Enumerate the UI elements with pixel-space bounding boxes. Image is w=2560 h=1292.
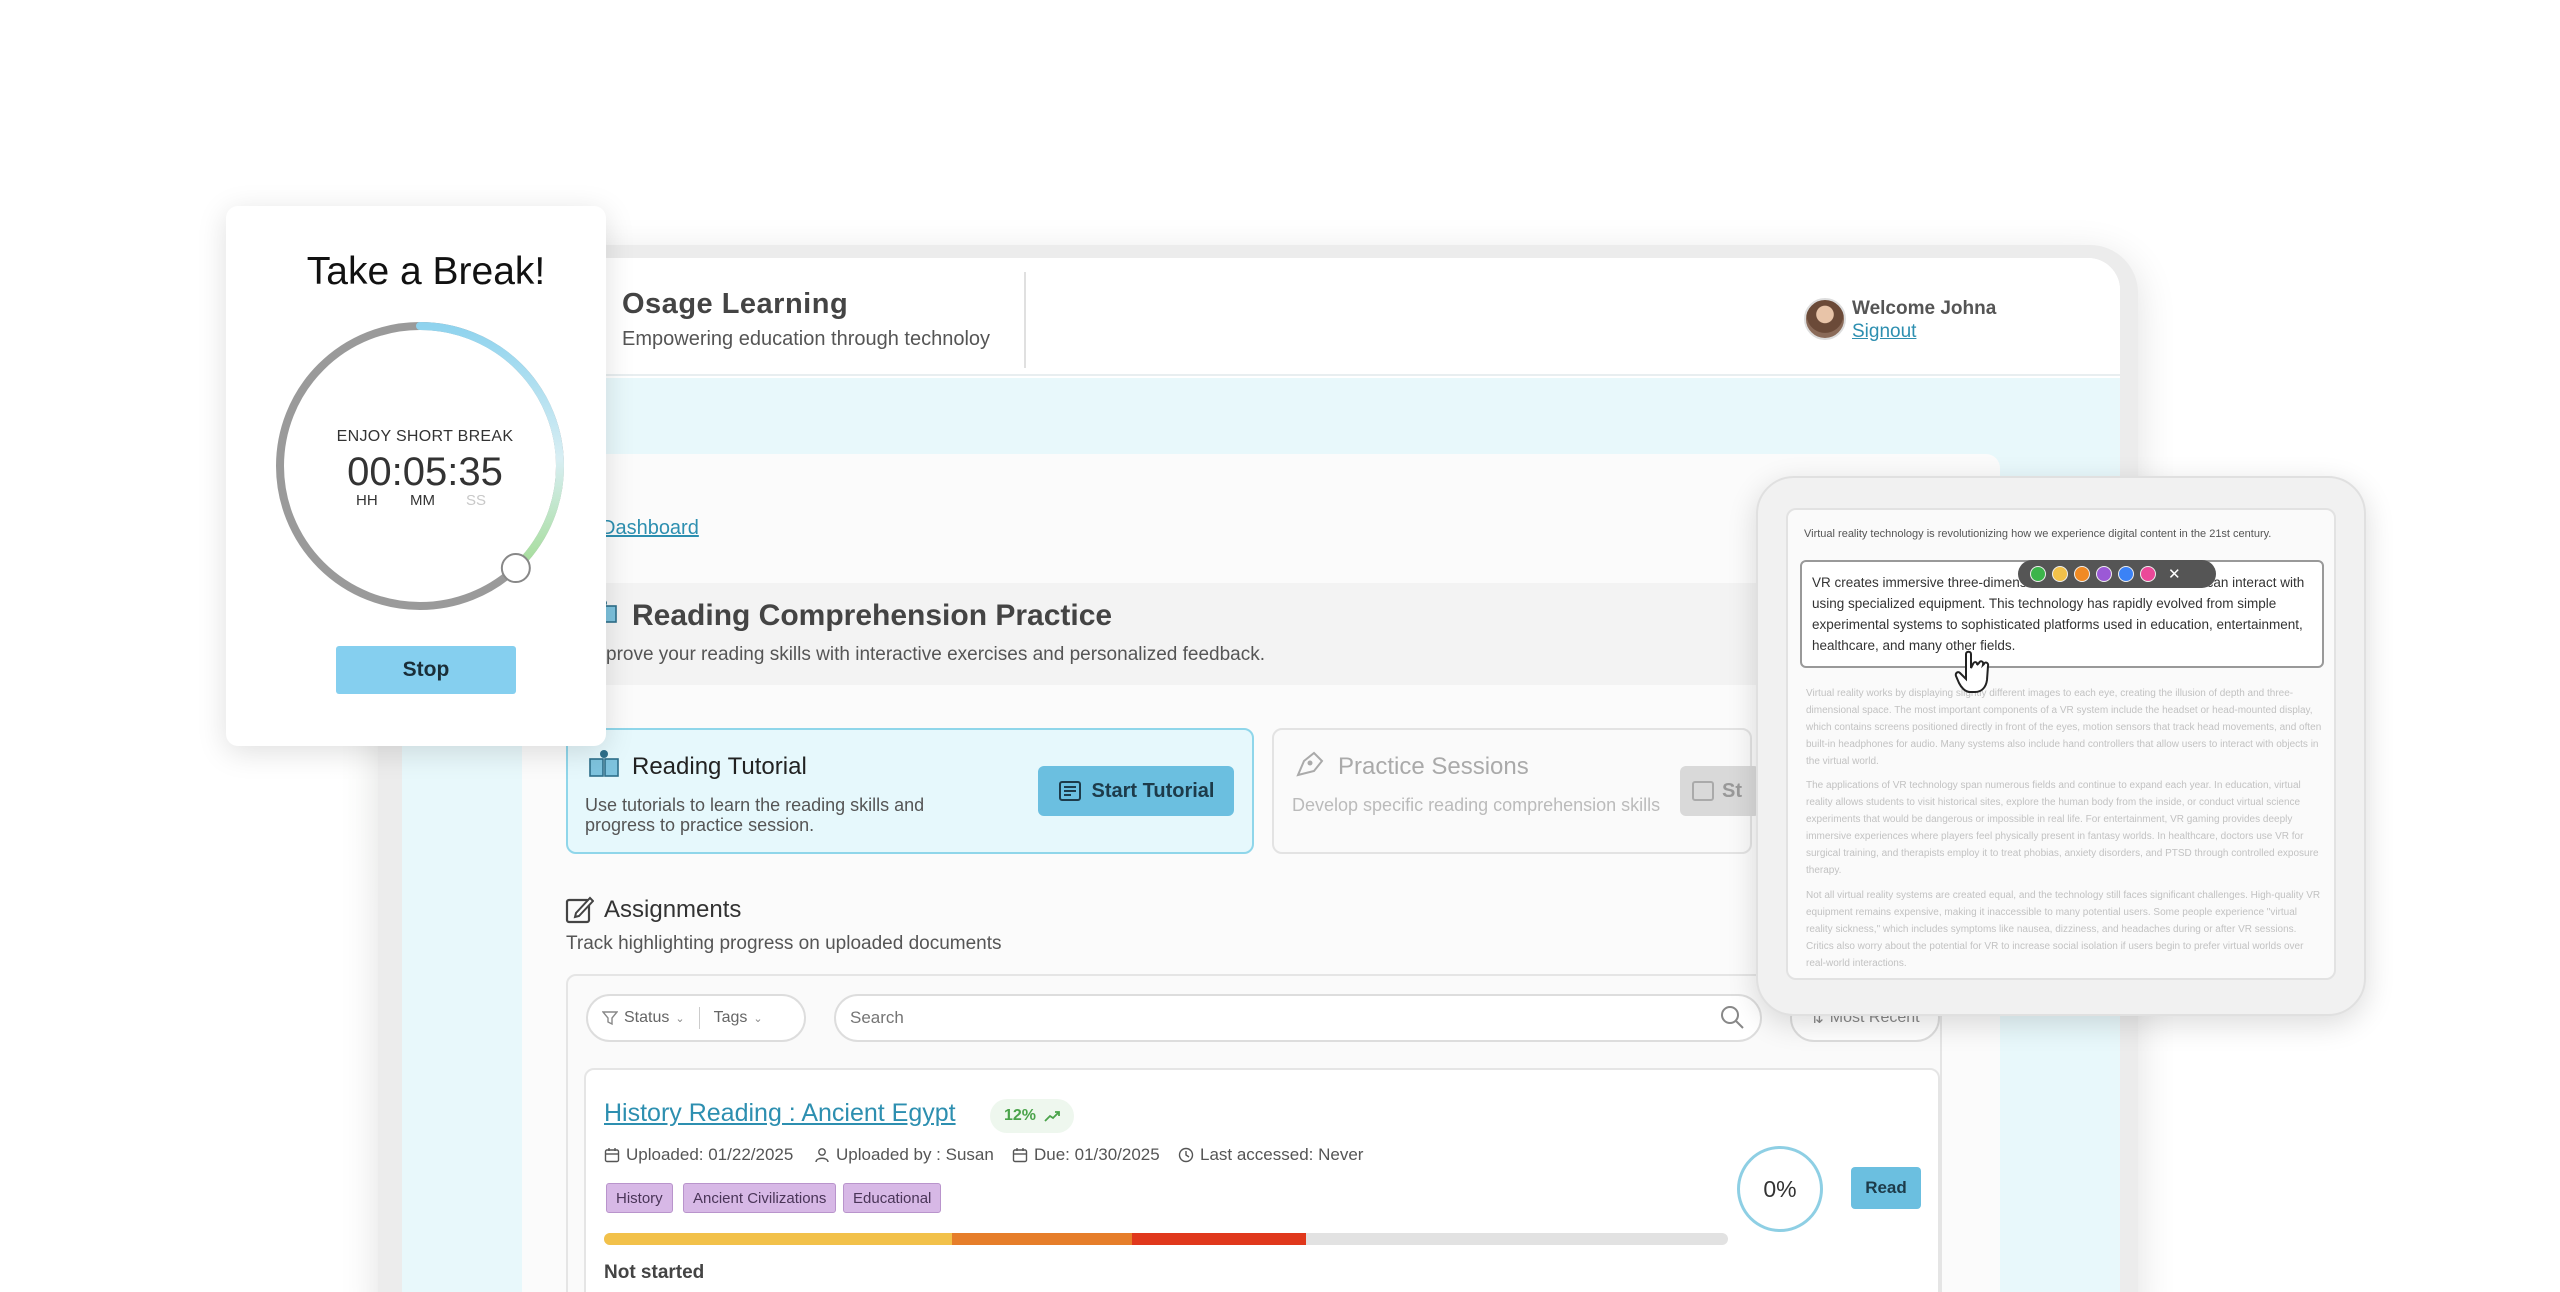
uploaded-by: Uploaded by : Susan	[814, 1145, 994, 1165]
trend-badge-value: 12%	[1004, 1107, 1037, 1124]
app-tagline: Empowering education through technoloy	[622, 328, 991, 350]
search-input[interactable]	[834, 994, 1762, 1042]
calendar-due-icon	[1012, 1148, 1028, 1163]
start-practice-label: St	[1722, 779, 1742, 802]
tags-filter[interactable]: Tags	[714, 1009, 748, 1027]
app-header: Osage Learning Empowering education thro…	[402, 258, 2120, 376]
due-date: Due: 01/30/2025	[1012, 1145, 1160, 1165]
edit-icon	[565, 896, 594, 924]
assignment-status: Not started	[604, 1262, 705, 1283]
start-tutorial-button[interactable]: Start Tutorial	[1038, 766, 1234, 816]
highlight-progress-bar	[604, 1233, 1728, 1245]
tutorial-card-description: Use tutorials to learn the reading skill…	[585, 795, 925, 835]
progress-segment	[952, 1233, 1133, 1245]
section-subtitle: prove your reading skills with interacti…	[606, 644, 1266, 665]
filter-icon	[602, 1011, 618, 1026]
reader-intro-line[interactable]: Virtual reality technology is revolution…	[1804, 528, 2324, 540]
calendar-icon	[604, 1148, 620, 1163]
completion-circle: 0%	[1737, 1146, 1823, 1232]
tag-history[interactable]: History	[606, 1183, 673, 1213]
uploaded-date: Uploaded: 01/22/2025	[604, 1145, 793, 1165]
timer-unit-mm: MM	[410, 492, 435, 509]
assignment-title-link[interactable]: History Reading : Ancient Egypt	[604, 1099, 956, 1128]
stop-button[interactable]: Stop	[336, 646, 516, 694]
pen-nib-icon	[1296, 751, 1324, 777]
progress-segment	[1132, 1233, 1307, 1245]
close-icon[interactable]: ✕	[2168, 565, 2181, 583]
header-divider	[1024, 272, 1026, 368]
uploaded-by-text: Uploaded by : Susan	[836, 1145, 994, 1164]
reader-paragraph[interactable]: Not all virtual reality systems are crea…	[1806, 887, 2322, 972]
reader-paragraph[interactable]: Virtual reality works by displaying slig…	[1806, 685, 2322, 770]
practice-card-title: Practice Sessions	[1338, 753, 1529, 780]
status-chevron-down-icon: ⌄	[675, 1012, 685, 1025]
filter-pill[interactable]: Status ⌄ Tags ⌄	[586, 994, 806, 1042]
highlight-swatch-blue[interactable]	[2118, 566, 2134, 582]
app-name: Osage Learning	[622, 288, 849, 320]
timer-knob[interactable]	[500, 553, 531, 584]
timer-elapsed-arc	[416, 322, 564, 573]
read-button[interactable]: Read	[1851, 1167, 1921, 1209]
trend-up-icon	[1044, 1111, 1060, 1122]
tags-chevron-down-icon: ⌄	[753, 1012, 763, 1025]
reader-paragraph[interactable]: The applications of VR technology span n…	[1806, 777, 2322, 879]
breadcrumb-dashboard[interactable]: Dashboard	[601, 517, 699, 540]
uploaded-date-text: Uploaded: 01/22/2025	[626, 1145, 794, 1164]
last-accessed-text: Last accessed: Never	[1200, 1145, 1364, 1164]
timer-unit-ss: SS	[466, 492, 487, 509]
highlight-swatch-purple[interactable]	[2096, 566, 2112, 582]
filter-separator	[698, 1007, 700, 1029]
progress-segment	[604, 1233, 953, 1245]
timer-display: 00:05:35	[347, 450, 503, 494]
break-title: Take a Break!	[306, 250, 546, 293]
start-tutorial-label: Start Tutorial	[1091, 779, 1215, 802]
timer-unit-hh: HH	[356, 492, 378, 509]
clock-icon	[1178, 1147, 1194, 1163]
highlight-color-toolbar: ✕	[2018, 560, 2216, 588]
avatar[interactable]	[1804, 298, 1846, 340]
practice-doc-icon	[1692, 781, 1714, 801]
hand-pointer-icon	[1954, 650, 1990, 693]
search-icon[interactable]	[1719, 1004, 1745, 1030]
user-icon	[815, 1148, 829, 1163]
start-practice-button[interactable]: St	[1680, 766, 1760, 816]
status-filter[interactable]: Status	[624, 1009, 669, 1027]
highlight-swatch-orange[interactable]	[2074, 566, 2090, 582]
last-accessed: Last accessed: Never	[1178, 1145, 1363, 1165]
signout-link[interactable]: Signout	[1852, 321, 1916, 343]
due-date-text: Due: 01/30/2025	[1034, 1145, 1160, 1164]
practice-card-description: Develop specific reading comprehension s…	[1292, 795, 1661, 815]
timer-caption: ENJOY SHORT BREAK	[336, 428, 514, 445]
welcome-text: Welcome Johna	[1852, 298, 1997, 319]
trend-badge: 12%	[990, 1099, 1075, 1133]
assignments-title: Assignments	[604, 896, 742, 923]
tag-educational[interactable]: Educational	[843, 1183, 942, 1213]
highlight-swatch-yellow[interactable]	[2052, 566, 2068, 582]
tag-ancient-civilizations[interactable]: Ancient Civilizations	[683, 1183, 837, 1213]
section-title: Reading Comprehension Practice	[632, 599, 1113, 632]
highlight-swatch-pink[interactable]	[2140, 566, 2156, 582]
tutorial-doc-icon	[1058, 781, 1081, 801]
tutorial-card-title: Reading Tutorial	[632, 753, 807, 780]
assignments-subtitle: Track highlighting progress on uploaded …	[566, 933, 1002, 954]
highlight-swatch-green[interactable]	[2030, 566, 2046, 582]
book-reader-icon	[589, 750, 619, 777]
